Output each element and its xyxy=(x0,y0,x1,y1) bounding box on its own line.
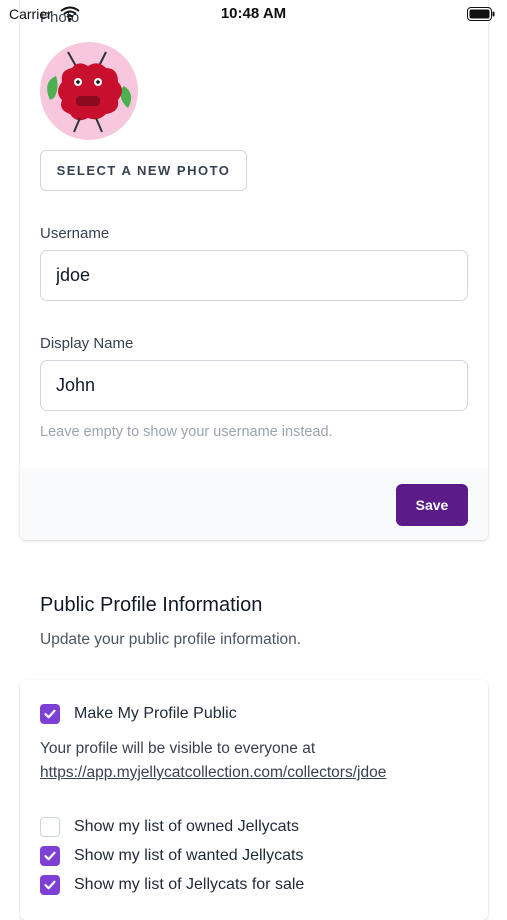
battery-icon xyxy=(467,7,495,26)
avatar xyxy=(40,42,138,140)
public-profile-card: Make My Profile Public Your profile will… xyxy=(20,680,488,920)
status-bar: Carrier 10:48 AM xyxy=(0,0,507,30)
check-icon xyxy=(44,880,56,890)
save-button[interactable]: Save xyxy=(396,484,468,526)
section-title: Public Profile Information xyxy=(40,594,263,616)
check-icon xyxy=(44,709,56,719)
display-name-help: Leave empty to show your username instea… xyxy=(40,424,333,440)
make-public-label: Make My Profile Public xyxy=(74,705,237,722)
username-label: Username xyxy=(40,225,110,242)
check-icon xyxy=(44,851,56,861)
owned-list-row[interactable]: Show my list of owned Jellycats xyxy=(40,817,299,837)
card-footer: Save xyxy=(20,468,488,540)
wanted-list-checkbox[interactable] xyxy=(40,846,60,866)
section-description: Update your public profile information. xyxy=(40,631,302,648)
wanted-list-row[interactable]: Show my list of wanted Jellycats xyxy=(40,846,303,866)
sale-list-checkbox[interactable] xyxy=(40,875,60,895)
select-photo-button[interactable]: SELECT A NEW PHOTO xyxy=(40,150,247,191)
username-input[interactable] xyxy=(40,250,468,301)
wanted-list-label: Show my list of wanted Jellycats xyxy=(74,847,304,864)
sale-list-label: Show my list of Jellycats for sale xyxy=(74,876,305,893)
profile-card: Photo SELECT A NEW PHOTO Username Displa… xyxy=(20,0,488,540)
display-name-input[interactable] xyxy=(40,360,468,411)
make-public-row[interactable]: Make My Profile Public xyxy=(40,704,237,724)
clock: 10:48 AM xyxy=(220,5,287,22)
display-name-label: Display Name xyxy=(40,335,134,352)
visibility-text: Your profile will be visible to everyone… xyxy=(40,740,316,757)
owned-list-checkbox[interactable] xyxy=(40,817,60,837)
sale-list-row[interactable]: Show my list of Jellycats for sale xyxy=(40,875,304,895)
profile-url-link[interactable]: https://app.myjellycatcollection.com/col… xyxy=(40,764,386,782)
make-public-checkbox[interactable] xyxy=(40,704,60,724)
owned-list-label: Show my list of owned Jellycats xyxy=(74,818,299,835)
